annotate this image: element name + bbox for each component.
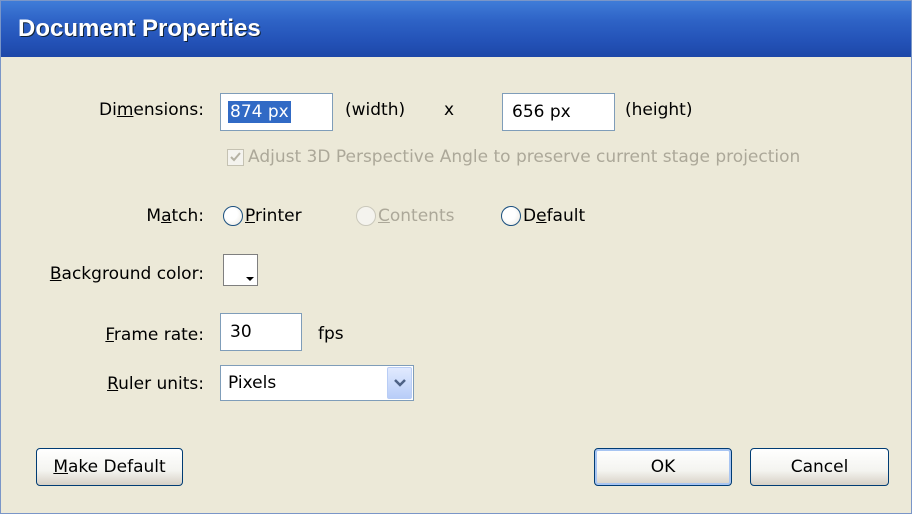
width-input[interactable]: 874 px [220,93,333,131]
background-color-label: Background color: [49,264,204,284]
frame-rate-label: Frame rate: [105,325,204,345]
cancel-button[interactable]: Cancel [750,448,889,486]
ruler-units-select[interactable]: Pixels [220,365,414,401]
radio-default-label: Default [523,206,586,226]
height-input[interactable]: 656 px [502,93,615,131]
ok-button[interactable]: OK [594,448,732,486]
dialog-title: Document Properties [1,1,911,57]
radio-printer[interactable] [223,206,243,226]
document-properties-dialog: Document Properties Dimensions: 874 px (… [0,0,912,514]
perspective-checkbox-label: Adjust 3D Perspective Angle to preserve … [248,147,801,167]
width-value: 874 px [228,101,291,123]
dimensions-label: Dimensions: [99,100,204,120]
make-default-button[interactable]: Make Default [36,448,183,486]
checkmark-icon [230,152,241,162]
radio-contents-label: Contents [378,206,455,226]
ruler-units-dropdown-button[interactable] [387,367,412,399]
ruler-units-label: Ruler units: [107,374,204,394]
frame-rate-input[interactable]: 30 [220,313,302,351]
height-unit-label: (height) [625,100,693,120]
dimensions-separator: x [444,100,455,120]
radio-printer-label: Printer [245,206,302,226]
background-color-swatch[interactable] [223,254,258,286]
radio-default[interactable] [501,206,521,226]
chevron-down-icon [394,379,406,387]
ruler-units-value: Pixels [228,373,277,393]
dropdown-arrow-icon [246,277,254,281]
frame-rate-unit: fps [318,324,344,344]
perspective-checkbox[interactable] [227,149,244,166]
width-unit-label: (width) [345,100,406,120]
radio-contents[interactable] [356,206,376,226]
match-label: Match: [146,206,204,226]
